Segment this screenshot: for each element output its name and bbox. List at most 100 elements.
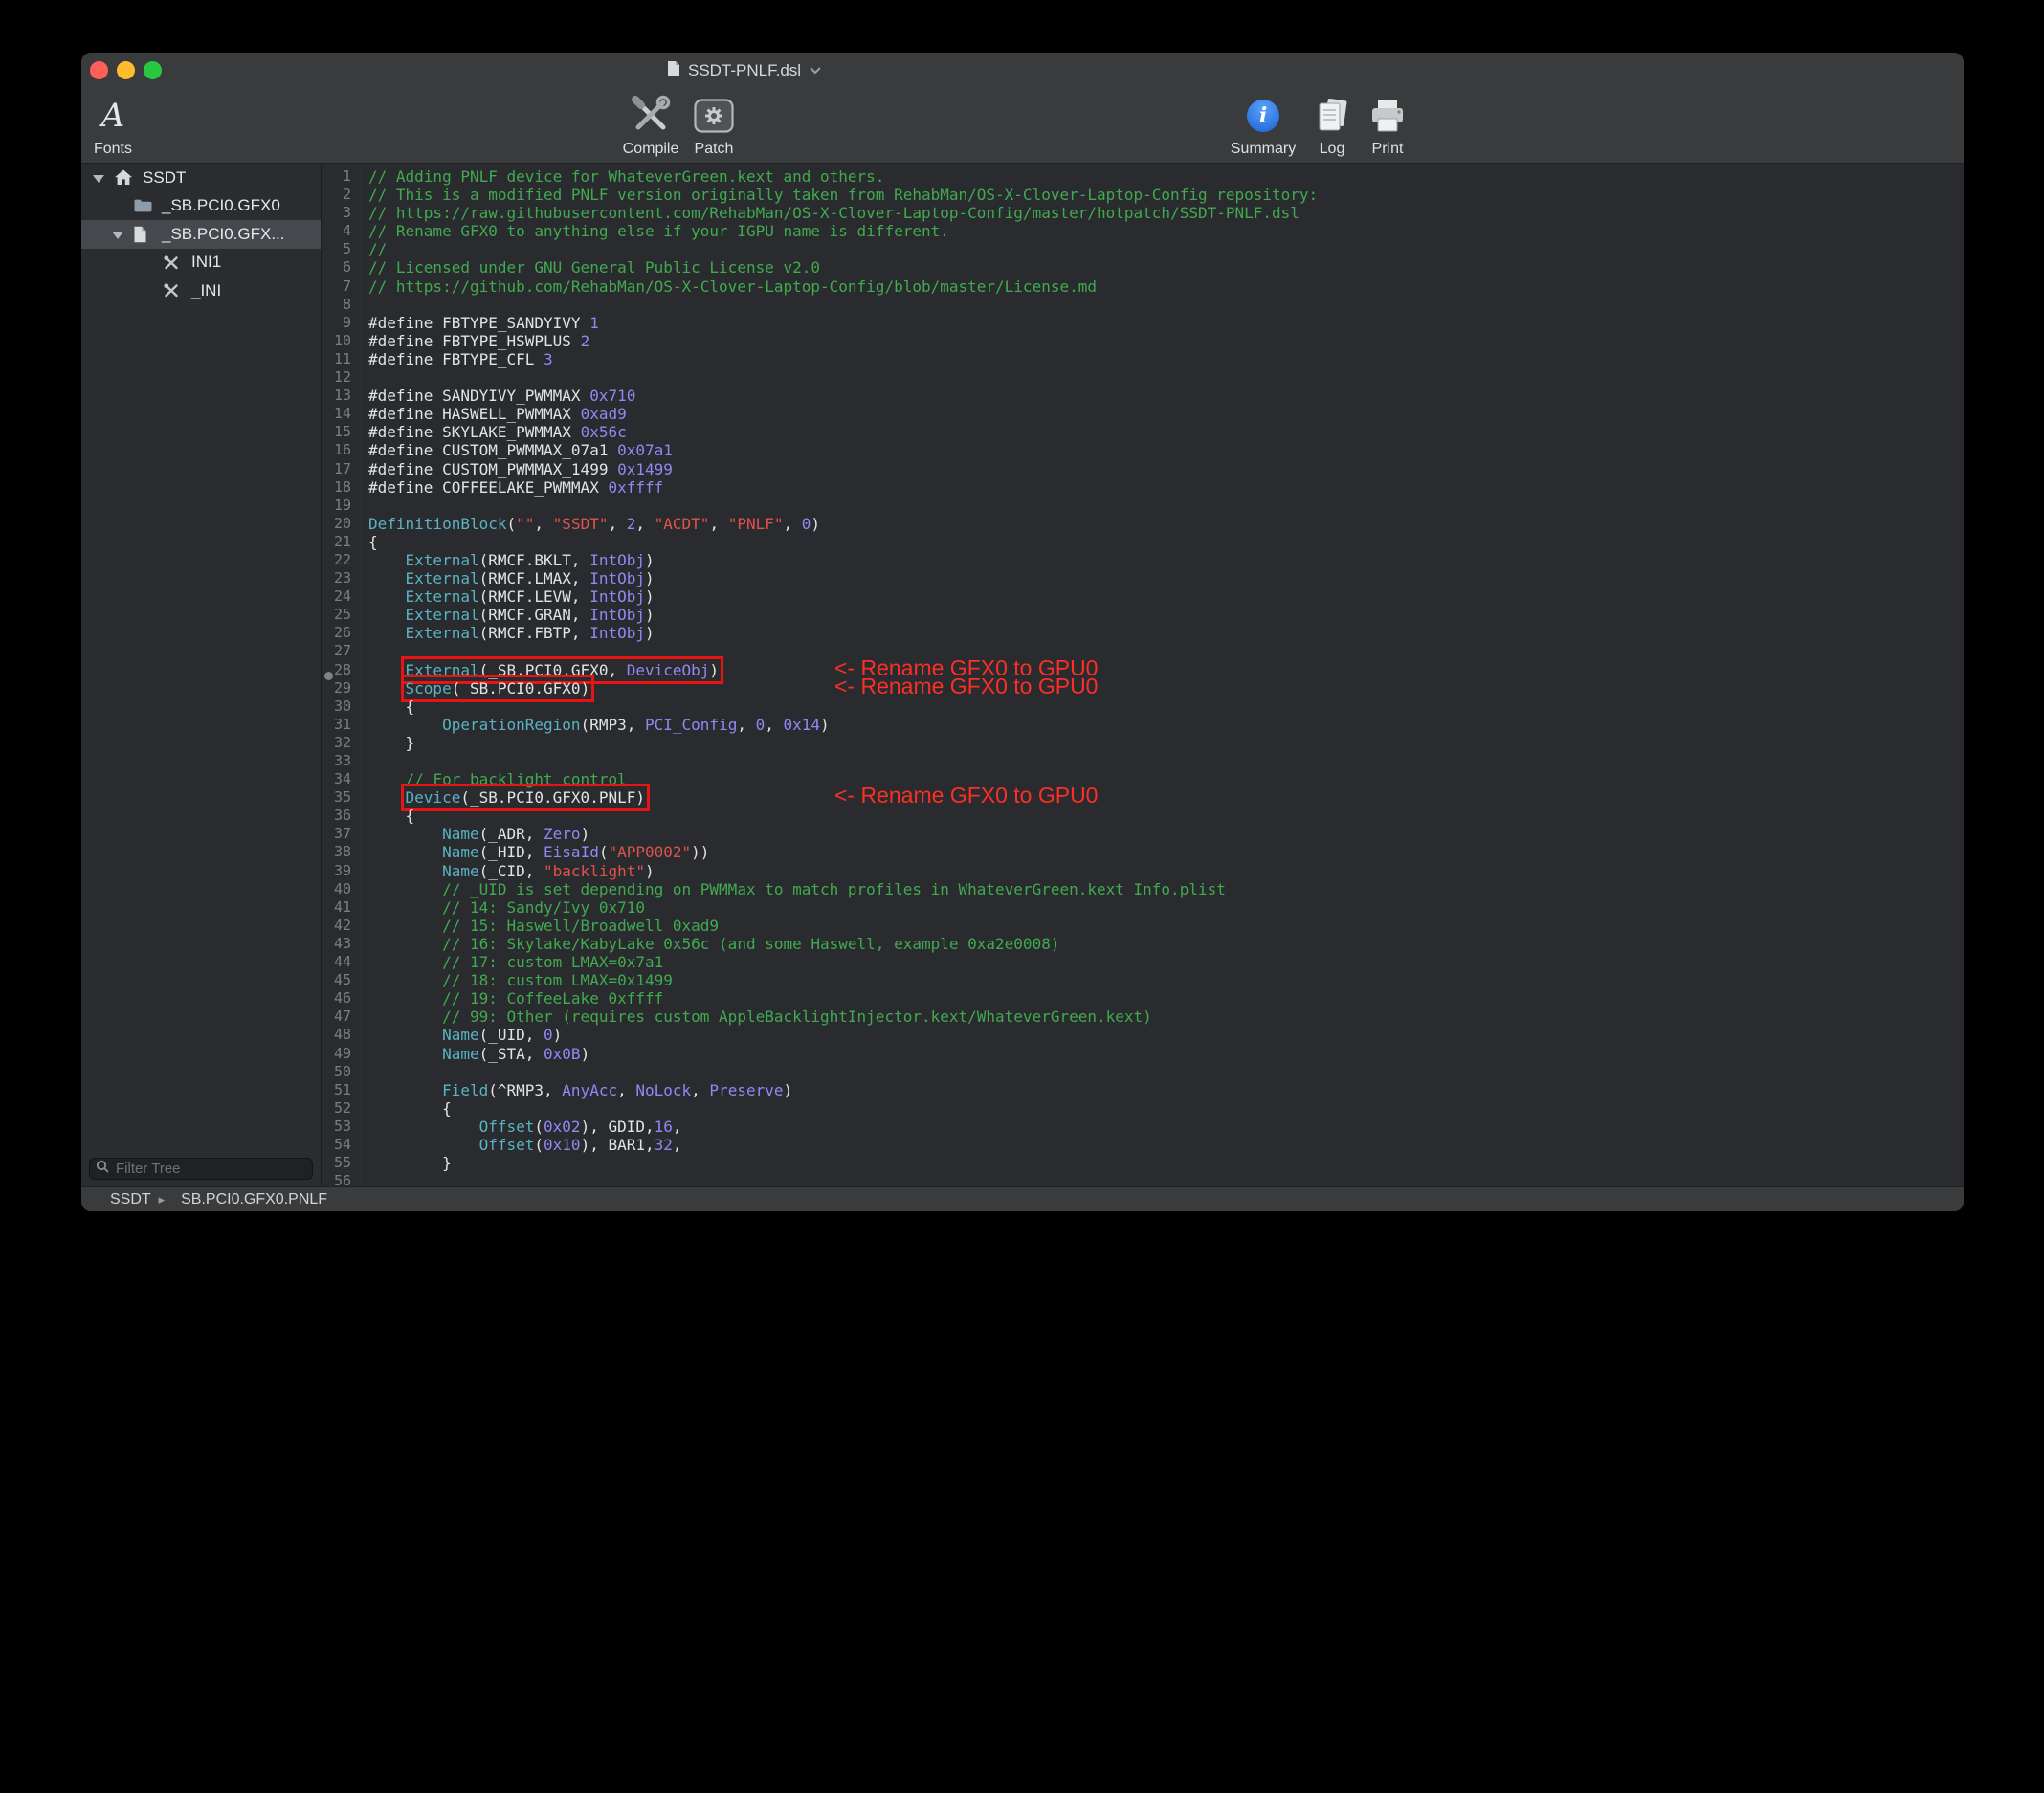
code-text: // 19: CoffeeLake 0xffff	[362, 989, 663, 1007]
summary-button[interactable]: i Summary	[1221, 92, 1305, 158]
code-line-21[interactable]: 21{	[322, 533, 1964, 551]
code-line-37[interactable]: 37 Name(_ADR, Zero)	[322, 825, 1964, 843]
code-token	[368, 1026, 442, 1044]
code-line-9[interactable]: 9#define FBTYPE_SANDYIVY 1	[322, 314, 1964, 332]
code-line-26[interactable]: 26 External(RMCF.FBTP, IntObj)	[322, 624, 1964, 642]
code-line-44[interactable]: 44 // 17: custom LMAX=0x7a1	[322, 953, 1964, 971]
code-line-30[interactable]: 30 {	[322, 697, 1964, 716]
line-number: 46	[322, 989, 362, 1007]
breadcrumb-root[interactable]: SSDT	[110, 1191, 151, 1208]
tree-item-ini[interactable]: _INI	[81, 277, 321, 305]
code-line-3[interactable]: 3// https://raw.githubusercontent.com/Re…	[322, 204, 1964, 222]
code-token: 32	[655, 1136, 673, 1154]
tree-item-label: SSDT	[143, 168, 186, 188]
zoom-button[interactable]	[144, 61, 162, 79]
code-line-52[interactable]: 52 {	[322, 1099, 1964, 1118]
code-token: 0x14	[784, 716, 821, 734]
code-line-42[interactable]: 42 // 15: Haswell/Broadwell 0xad9	[322, 917, 1964, 935]
code-token: #define COFFEELAKE_PWMMAX	[368, 478, 608, 497]
summary-label: Summary	[1221, 141, 1305, 158]
tree-item-ini1[interactable]: INI1	[81, 249, 321, 277]
line-number: 3	[322, 204, 362, 222]
code-line-6[interactable]: 6// Licensed under GNU General Public Li…	[322, 258, 1964, 277]
patch-button[interactable]: Patch	[679, 92, 748, 158]
code-line-7[interactable]: 7// https://github.com/RehabMan/OS-X-Clo…	[322, 277, 1964, 296]
log-button[interactable]: Log	[1303, 92, 1361, 158]
code-token: ,	[691, 1081, 709, 1099]
code-text: // 18: custom LMAX=0x1499	[362, 971, 673, 989]
code-line-18[interactable]: 18#define COFFEELAKE_PWMMAX 0xffff	[322, 478, 1964, 497]
code-editor[interactable]: 1// Adding PNLF device for WhateverGreen…	[322, 164, 1964, 1186]
disclosure-triangle[interactable]	[112, 225, 133, 244]
tree-item-ssdt[interactable]: SSDT	[81, 164, 321, 192]
filter-input[interactable]	[114, 1160, 308, 1178]
code-line-25[interactable]: 25 External(RMCF.GRAN, IntObj)	[322, 606, 1964, 624]
code-line-39[interactable]: 39 Name(_CID, "backlight")	[322, 862, 1964, 880]
code-line-23[interactable]: 23 External(RMCF.LMAX, IntObj)	[322, 569, 1964, 587]
code-line-11[interactable]: 11#define FBTYPE_CFL 3	[322, 350, 1964, 368]
code-line-56[interactable]: 56	[322, 1172, 1964, 1186]
code-line-46[interactable]: 46 // 19: CoffeeLake 0xffff	[322, 989, 1964, 1007]
code-line-27[interactable]: 27	[322, 642, 1964, 660]
line-number: 20	[322, 515, 362, 533]
code-line-19[interactable]: 19	[322, 497, 1964, 515]
code-line-53[interactable]: 53 Offset(0x02), GDID,16,	[322, 1118, 1964, 1136]
code-line-22[interactable]: 22 External(RMCF.BKLT, IntObj)	[322, 551, 1964, 569]
code-line-1[interactable]: 1// Adding PNLF device for WhateverGreen…	[322, 167, 1964, 186]
code-token: )	[553, 1026, 563, 1044]
code-line-41[interactable]: 41 // 14: Sandy/Ivy 0x710	[322, 898, 1964, 917]
code-line-54[interactable]: 54 Offset(0x10), BAR1,32,	[322, 1136, 1964, 1154]
close-button[interactable]	[90, 61, 108, 79]
code-line-35[interactable]: 35 Device(_SB.PCI0.GFX0.PNLF)<- Rename G…	[322, 788, 1964, 807]
code-line-10[interactable]: 10#define FBTYPE_HSWPLUS 2	[322, 332, 1964, 350]
code-line-17[interactable]: 17#define CUSTOM_PWMMAX_1499 0x1499	[322, 460, 1964, 478]
code-line-4[interactable]: 4// Rename GFX0 to anything else if your…	[322, 222, 1964, 240]
code-line-24[interactable]: 24 External(RMCF.LEVW, IntObj)	[322, 587, 1964, 606]
code-line-36[interactable]: 36 {	[322, 807, 1964, 825]
code-line-38[interactable]: 38 Name(_HID, EisaId("APP0002"))	[322, 843, 1964, 861]
print-button[interactable]: Print	[1359, 92, 1416, 158]
code-line-12[interactable]: 12	[322, 368, 1964, 387]
code-line-29[interactable]: 29 Scope(_SB.PCI0.GFX0)<- Rename GFX0 to…	[322, 679, 1964, 697]
code-line-43[interactable]: 43 // 16: Skylake/KabyLake 0x56c (and so…	[322, 935, 1964, 953]
line-number: 53	[322, 1118, 362, 1136]
code-token: NoLock	[635, 1081, 691, 1099]
titlebar[interactable]: SSDT-PNLF.dsl	[81, 53, 1964, 88]
line-number: 45	[322, 971, 362, 989]
code-line-40[interactable]: 40 // _UID is set depending on PWMMax to…	[322, 880, 1964, 898]
code-line-32[interactable]: 32 }	[322, 734, 1964, 752]
tree-item-sb-pci0-gfx[interactable]: _SB.PCI0.GFX...	[81, 220, 321, 249]
code-line-20[interactable]: 20DefinitionBlock("", "SSDT", 2, "ACDT",…	[322, 515, 1964, 533]
code-line-16[interactable]: 16#define CUSTOM_PWMMAX_07a1 0x07a1	[322, 441, 1964, 459]
code-line-31[interactable]: 31 OperationRegion(RMP3, PCI_Config, 0, …	[322, 716, 1964, 734]
line-number: 15	[322, 423, 362, 441]
code-token: 0xffff	[608, 478, 663, 497]
tree-item-sb-pci0-gfx0[interactable]: _SB.PCI0.GFX0	[81, 192, 321, 221]
code-line-33[interactable]: 33	[322, 752, 1964, 770]
code-line-45[interactable]: 45 // 18: custom LMAX=0x1499	[322, 971, 1964, 989]
code-line-50[interactable]: 50	[322, 1063, 1964, 1081]
code-text: // _UID is set depending on PWMMax to ma…	[362, 880, 1226, 898]
code-line-14[interactable]: 14#define HASWELL_PWMMAX 0xad9	[322, 405, 1964, 423]
print-label: Print	[1359, 141, 1416, 158]
code-line-47[interactable]: 47 // 99: Other (requires custom AppleBa…	[322, 1007, 1964, 1026]
code-line-34[interactable]: 34 // For backlight control	[322, 770, 1964, 788]
line-number: 30	[322, 697, 362, 716]
code-line-5[interactable]: 5//	[322, 240, 1964, 258]
code-line-13[interactable]: 13#define SANDYIVY_PWMMAX 0x710	[322, 387, 1964, 405]
code-line-15[interactable]: 15#define SKYLAKE_PWMMAX 0x56c	[322, 423, 1964, 441]
fonts-button[interactable]: A Fonts	[82, 92, 144, 158]
disclosure-triangle[interactable]	[93, 168, 114, 188]
code-line-48[interactable]: 48 Name(_UID, 0)	[322, 1026, 1964, 1044]
code-line-8[interactable]: 8	[322, 296, 1964, 314]
code-line-49[interactable]: 49 Name(_STA, 0x0B)	[322, 1045, 1964, 1063]
code-text: }	[362, 1154, 452, 1172]
document-title-group[interactable]: SSDT-PNLF.dsl	[667, 53, 822, 88]
code-line-28[interactable]: 28 External(_SB.PCI0.GFX0, DeviceObj)<- …	[322, 661, 1964, 679]
code-line-2[interactable]: 2// This is a modified PNLF version orig…	[322, 186, 1964, 204]
minimize-button[interactable]	[117, 61, 135, 79]
code-token: OperationRegion	[442, 716, 581, 734]
code-line-55[interactable]: 55 }	[322, 1154, 1964, 1172]
breadcrumb-path[interactable]: _SB.PCI0.GFX0.PNLF	[172, 1191, 327, 1208]
code-line-51[interactable]: 51 Field(^RMP3, AnyAcc, NoLock, Preserve…	[322, 1081, 1964, 1099]
